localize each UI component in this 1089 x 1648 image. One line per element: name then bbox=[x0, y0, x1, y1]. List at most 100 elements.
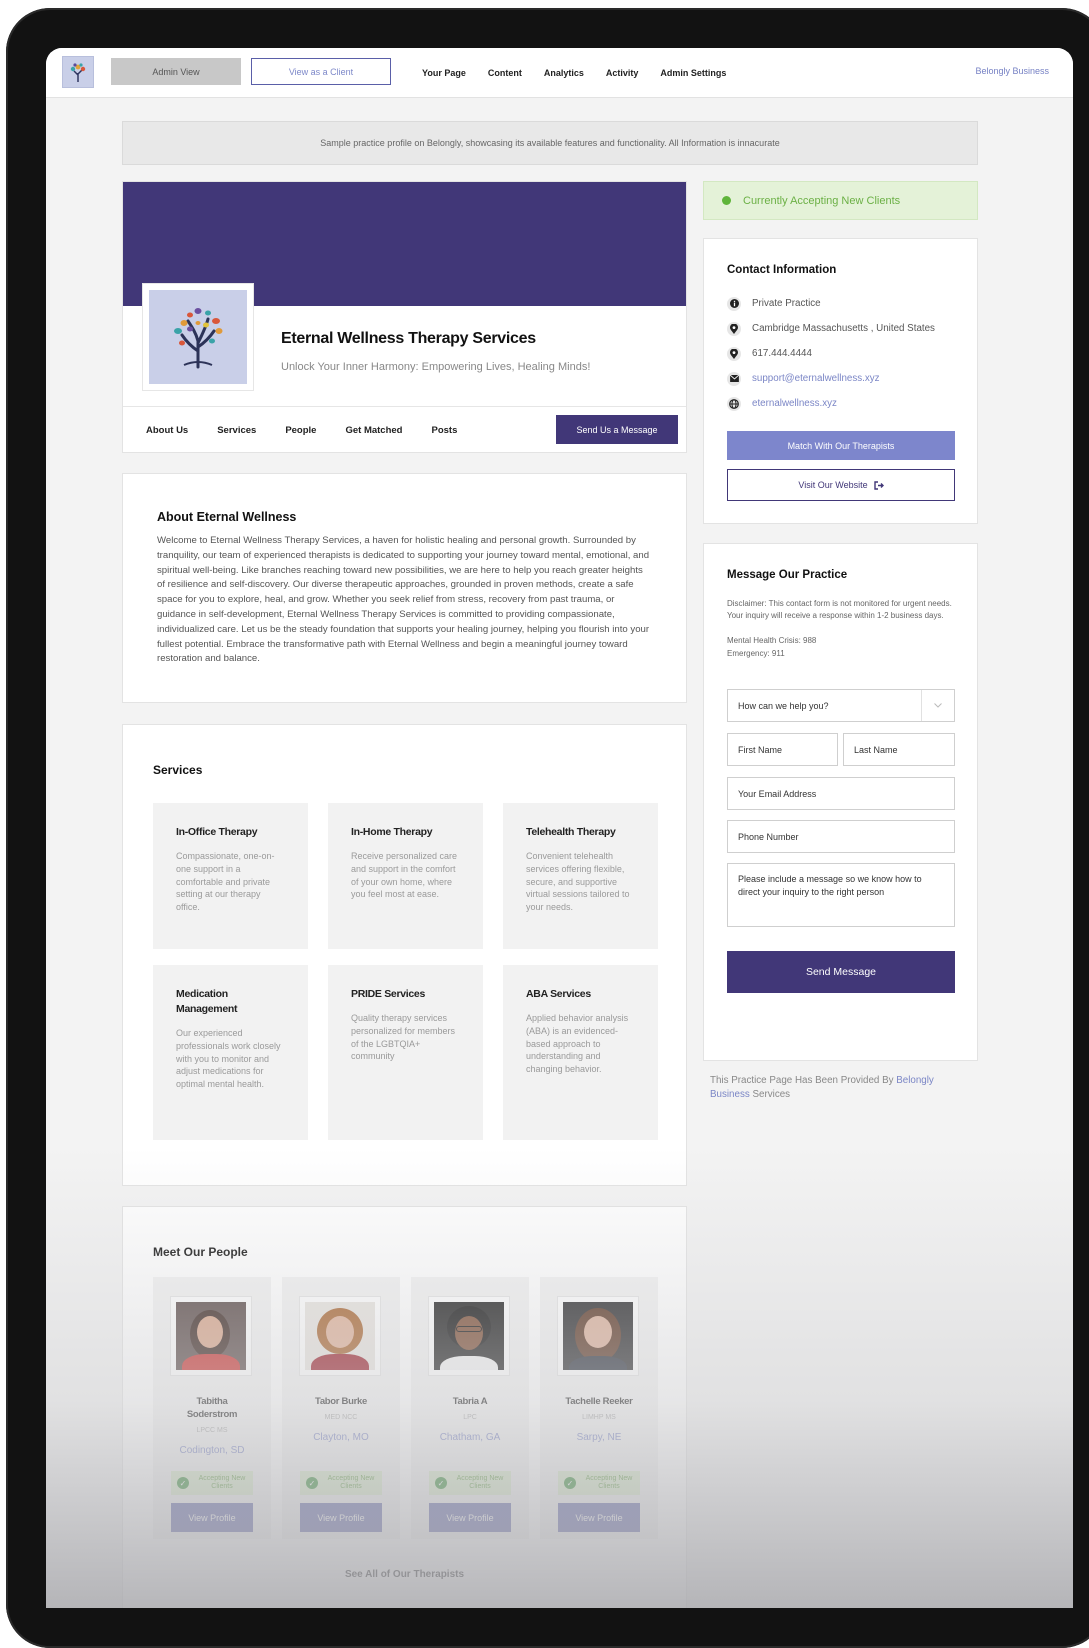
person-card: Tabitha Soderstrom LPCC MS Codington, SD… bbox=[153, 1277, 271, 1539]
practice-name: Eternal Wellness Therapy Services bbox=[281, 330, 536, 347]
provided-by-note: This Practice Page Has Been Provided By … bbox=[710, 1075, 934, 1100]
help-topic-select[interactable]: How can we help you? bbox=[727, 689, 955, 722]
tab-about-us[interactable]: About Us bbox=[146, 425, 188, 436]
view-profile-button[interactable]: View Profile bbox=[300, 1503, 382, 1532]
address-row: Cambridge Massachusetts , United States bbox=[727, 316, 954, 341]
status-dot-icon bbox=[722, 196, 731, 205]
person-card: Tachelle Reeker LIMHP MS Sarpy, NE ✓ Acc… bbox=[540, 1277, 658, 1539]
tab-people[interactable]: People bbox=[285, 425, 316, 436]
emergency-line: Emergency: 911 bbox=[727, 648, 785, 658]
avatar bbox=[429, 1297, 509, 1375]
about-section: About Eternal Wellness Welcome to Eterna… bbox=[122, 473, 687, 703]
last-name-field[interactable]: Last Name bbox=[843, 733, 955, 766]
check-icon: ✓ bbox=[564, 1477, 576, 1489]
globe-icon bbox=[727, 396, 741, 411]
check-icon: ✓ bbox=[435, 1477, 447, 1489]
top-nav: Admin View View as a Client Your Page Co… bbox=[46, 48, 1073, 98]
person-card: Tabria A LPC Chatham, GA ✓ Accepting New… bbox=[411, 1277, 529, 1539]
person-name[interactable]: Tachelle Reeker bbox=[540, 1395, 658, 1408]
person-location: Clayton, MO bbox=[313, 1432, 369, 1443]
person-location: Sarpy, NE bbox=[576, 1432, 622, 1443]
accepting-badge: ✓ Accepting New Clients bbox=[300, 1471, 382, 1495]
person-name[interactable]: Tabria A bbox=[411, 1395, 529, 1408]
info-icon bbox=[727, 296, 741, 311]
service-card-medication[interactable]: Medication Management Our experienced pr… bbox=[153, 965, 308, 1140]
person-name[interactable]: Tabor Burke bbox=[282, 1395, 400, 1408]
accepting-status-banner: Currently Accepting New Clients bbox=[703, 181, 978, 220]
contact-info-card: Contact Information Private Practice Cam… bbox=[703, 238, 978, 524]
practice-type-row: Private Practice bbox=[727, 291, 954, 316]
see-all-therapists-link[interactable]: See All of Our Therapists bbox=[123, 1569, 686, 1580]
check-icon: ✓ bbox=[306, 1477, 318, 1489]
view-profile-button[interactable]: View Profile bbox=[171, 1503, 253, 1532]
profile-logo bbox=[143, 284, 253, 390]
service-desc: Compassionate, one-on-one support in a c… bbox=[176, 851, 275, 913]
phone-field[interactable]: Phone Number bbox=[727, 820, 955, 853]
tab-posts[interactable]: Posts bbox=[431, 425, 457, 436]
send-us-message-button[interactable]: Send Us a Message bbox=[556, 415, 678, 444]
belongly-business-link[interactable]: Belongly Business bbox=[975, 66, 1049, 76]
nav-activity[interactable]: Activity bbox=[606, 68, 639, 78]
accepting-status-text: Currently Accepting New Clients bbox=[743, 194, 901, 207]
nav-content[interactable]: Content bbox=[488, 68, 522, 78]
crisis-line: Mental Health Crisis: 988 bbox=[727, 636, 817, 645]
service-desc: Receive personalized care and support in… bbox=[351, 851, 458, 900]
visit-website-button[interactable]: Visit Our Website bbox=[727, 469, 955, 501]
service-card-aba[interactable]: ABA Services Applied behavior analysis (… bbox=[503, 965, 658, 1140]
avatar bbox=[558, 1297, 638, 1375]
avatar bbox=[171, 1297, 251, 1375]
service-title: In-Office Therapy bbox=[176, 826, 258, 838]
profile-header: Eternal Wellness Therapy Services Unlock… bbox=[122, 181, 687, 453]
service-card-pride[interactable]: PRIDE Services Quality therapy services … bbox=[328, 965, 483, 1140]
about-body: Welcome to Eternal Wellness Therapy Serv… bbox=[157, 535, 650, 665]
sample-notice-banner: Sample practice profile on Belongly, sho… bbox=[122, 121, 978, 165]
tab-services[interactable]: Services bbox=[217, 425, 256, 436]
accepting-badge: ✓ Accepting New Clients bbox=[558, 1471, 640, 1495]
service-desc: Applied behavior analysis (ABA) is an ev… bbox=[526, 1013, 629, 1075]
service-card-in-office[interactable]: In-Office Therapy Compassionate, one-on-… bbox=[153, 803, 308, 949]
main-nav: Your Page Content Analytics Activity Adm… bbox=[422, 48, 726, 98]
service-title: In-Home Therapy bbox=[351, 826, 433, 838]
accepting-badge: ✓ Accepting New Clients bbox=[429, 1471, 511, 1495]
nav-analytics[interactable]: Analytics bbox=[544, 68, 584, 78]
service-desc: Our experienced professionals work close… bbox=[176, 1028, 281, 1090]
view-profile-button[interactable]: View Profile bbox=[429, 1503, 511, 1532]
service-title: ABA Services bbox=[526, 988, 591, 1000]
admin-view-button[interactable]: Admin View bbox=[111, 58, 241, 85]
services-title: Services bbox=[153, 763, 203, 777]
disclaimer-text: Disclaimer: This contact form is not mon… bbox=[727, 599, 952, 620]
people-section: Meet Our People Tabitha Soderstrom LPCC … bbox=[122, 1206, 687, 1608]
practice-tagline: Unlock Your Inner Harmony: Empowering Li… bbox=[281, 361, 591, 373]
message-title: Message Our Practice bbox=[727, 569, 848, 581]
check-icon: ✓ bbox=[177, 1477, 189, 1489]
service-card-in-home[interactable]: In-Home Therapy Receive personalized car… bbox=[328, 803, 483, 949]
person-credentials: MED NCC bbox=[324, 1414, 358, 1421]
nav-your-page[interactable]: Your Page bbox=[422, 68, 466, 78]
person-name[interactable]: Tabitha Soderstrom bbox=[153, 1395, 271, 1421]
view-profile-button[interactable]: View Profile bbox=[558, 1503, 640, 1532]
message-textarea[interactable]: Please include a message so we know how … bbox=[727, 863, 955, 927]
service-title: Medication Management bbox=[176, 988, 238, 1015]
tab-get-matched[interactable]: Get Matched bbox=[345, 425, 402, 436]
tablet-frame: Admin View View as a Client Your Page Co… bbox=[6, 8, 1089, 1648]
email-field[interactable]: Your Email Address bbox=[727, 777, 955, 810]
first-name-field[interactable]: First Name bbox=[727, 733, 838, 766]
website-row: eternalwellness.xyz bbox=[727, 391, 954, 416]
person-credentials: LPCC MS bbox=[196, 1427, 228, 1434]
match-therapists-button[interactable]: Match With Our Therapists bbox=[727, 431, 955, 460]
phone-row: 617.444.4444 bbox=[727, 341, 954, 366]
chevron-down-icon bbox=[921, 690, 954, 721]
person-location: Codington, SD bbox=[179, 1445, 245, 1456]
message-practice-card: Message Our Practice Disclaimer: This co… bbox=[703, 543, 978, 1061]
practice-logo-icon[interactable] bbox=[62, 56, 94, 88]
person-credentials: LPC bbox=[463, 1414, 477, 1421]
send-message-button[interactable]: Send Message bbox=[727, 951, 955, 993]
service-card-telehealth[interactable]: Telehealth Therapy Convenient telehealth… bbox=[503, 803, 658, 949]
people-title: Meet Our People bbox=[153, 1245, 248, 1259]
screen: Admin View View as a Client Your Page Co… bbox=[46, 48, 1073, 1608]
tree-logo-icon bbox=[174, 308, 223, 369]
view-as-client-button[interactable]: View as a Client bbox=[251, 58, 391, 85]
nav-admin-settings[interactable]: Admin Settings bbox=[660, 68, 726, 78]
accepting-badge: ✓ Accepting New Clients bbox=[171, 1471, 253, 1495]
location-pin-icon bbox=[727, 321, 741, 336]
